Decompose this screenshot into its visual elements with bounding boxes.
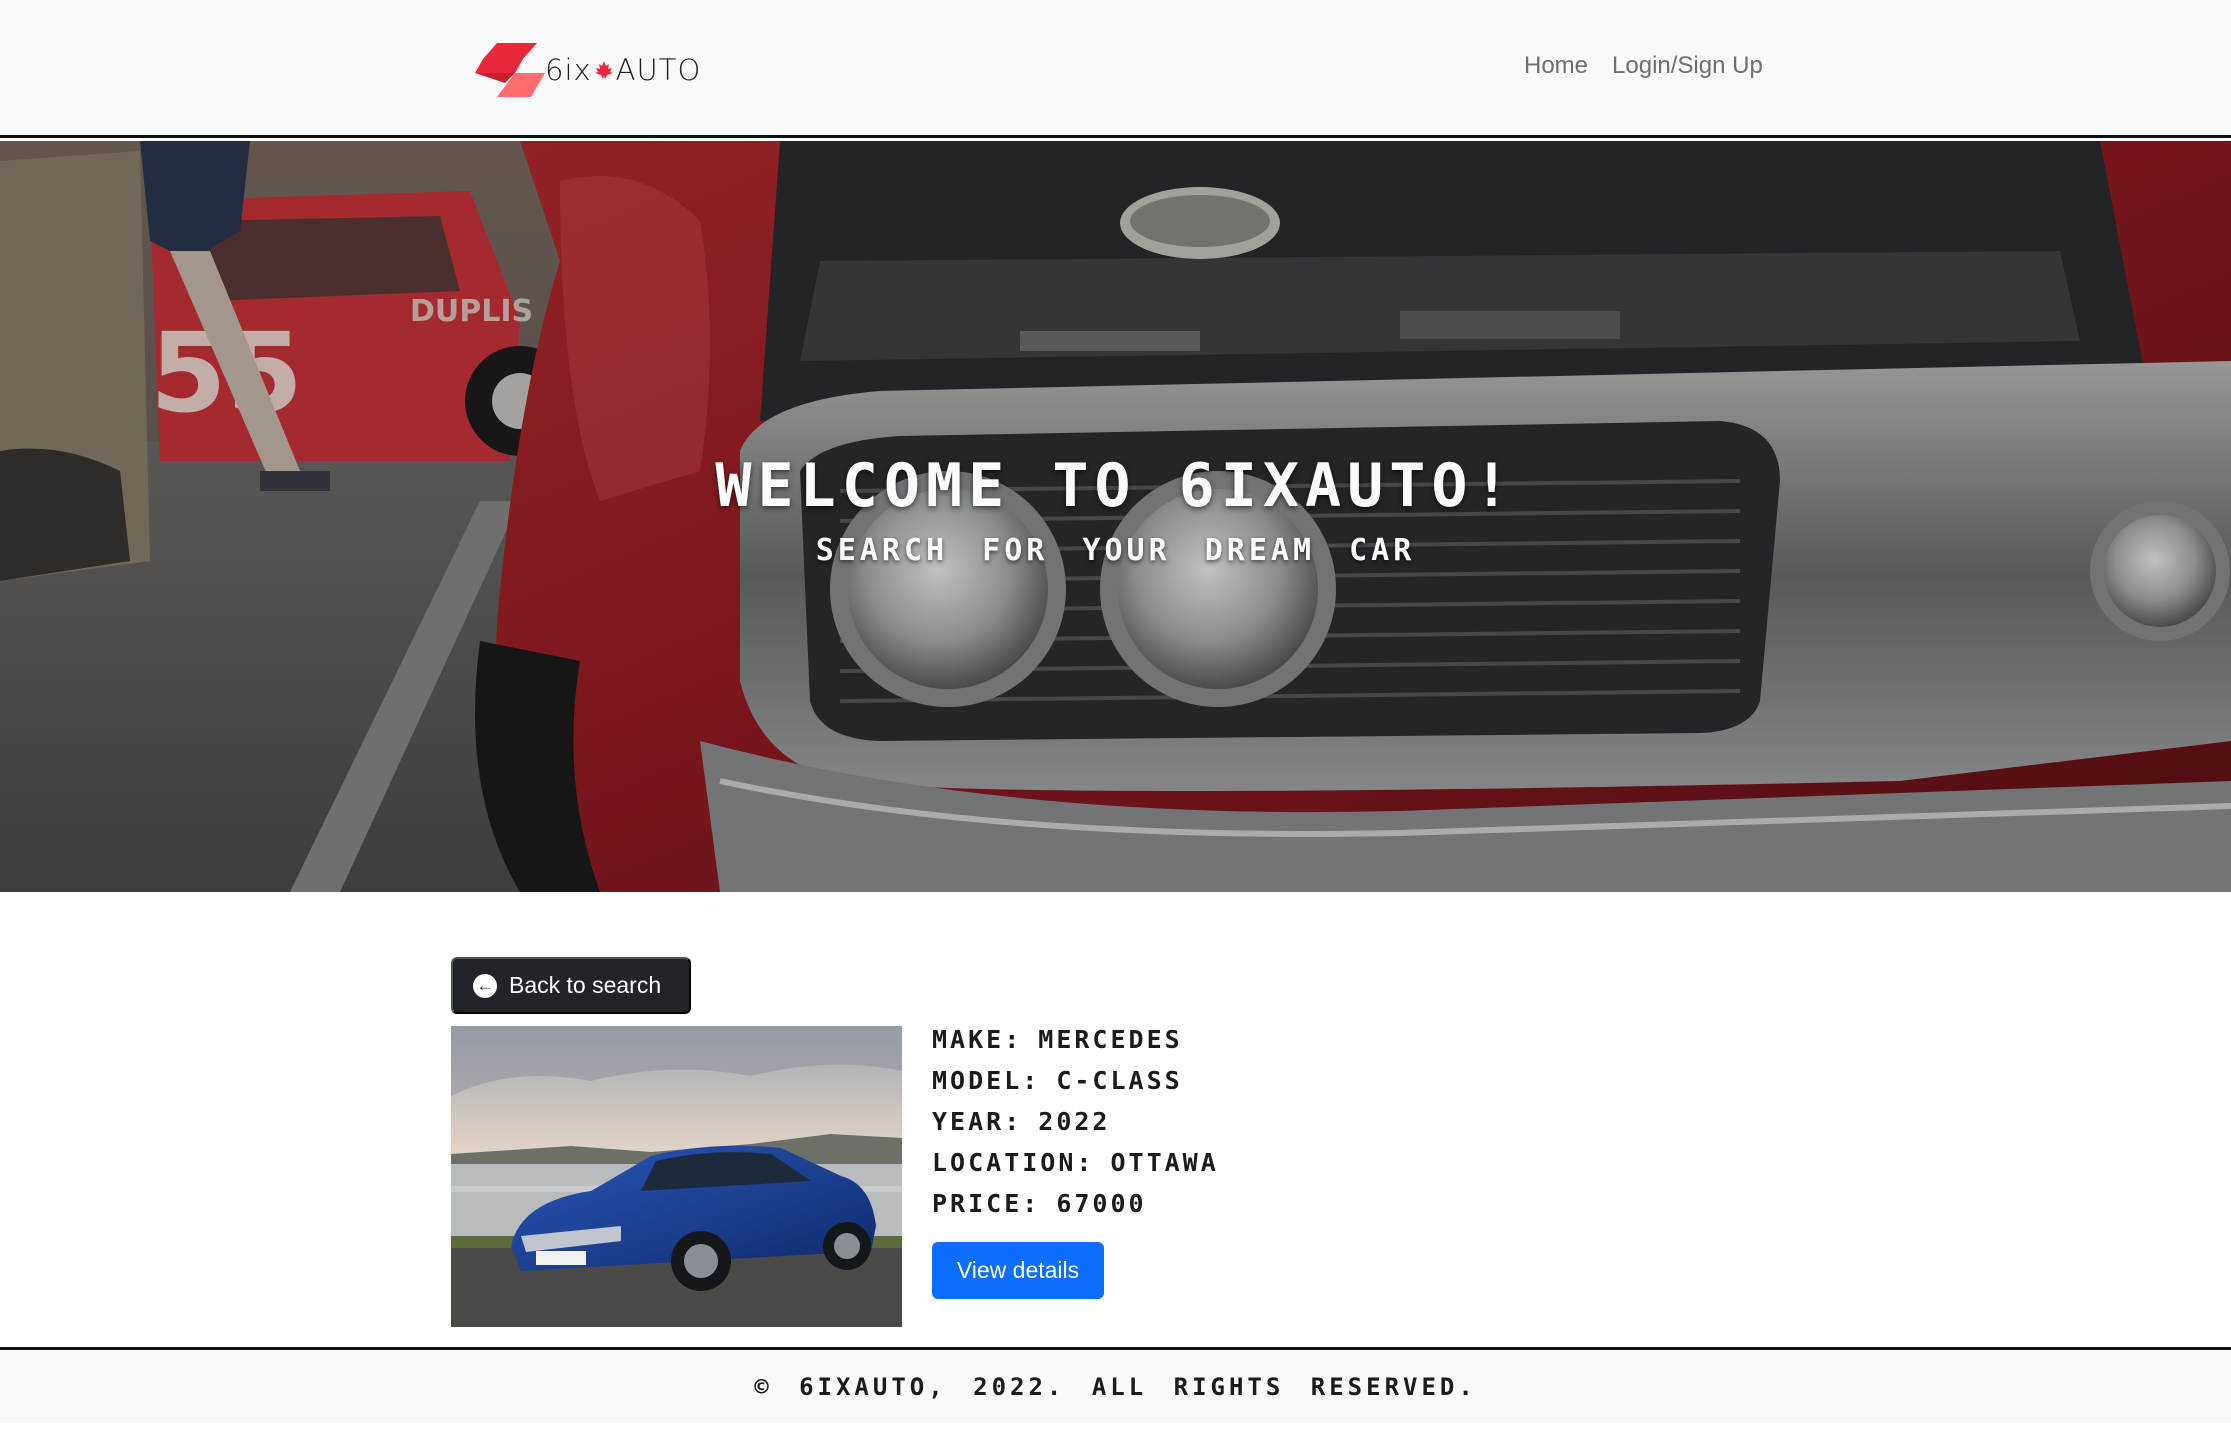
car-photo — [451, 1026, 902, 1327]
brand-name-right: AUTO — [615, 53, 702, 87]
view-details-button[interactable]: View details — [932, 1242, 1104, 1299]
back-to-search-label: Back to search — [509, 972, 662, 998]
hero-banner: 55 DUPLIS — [0, 141, 2231, 892]
spec-year: YEAR: 2022 — [932, 1104, 1219, 1145]
spec-price-value: 67000 — [1056, 1189, 1147, 1218]
navbar: 6ix AUTO Home Login/Sign Up — [0, 0, 2231, 138]
hero-subtitle: SEARCH FOR YOUR DREAM CAR — [815, 533, 1416, 568]
brand-logo-icon — [475, 43, 545, 97]
nav-home-link[interactable]: Home — [1524, 52, 1588, 80]
back-to-search-button[interactable]: ← Back to search — [451, 957, 691, 1014]
brand-logo-link[interactable]: 6ix AUTO — [475, 40, 701, 100]
spec-location-value: OTTAWA — [1110, 1148, 1219, 1177]
nav-login-signup-link[interactable]: Login/Sign Up — [1612, 52, 1763, 80]
spec-year-value: 2022 — [1038, 1107, 1111, 1136]
spec-make-value: MERCEDES — [1038, 1025, 1183, 1054]
spec-model-label: MODEL: — [932, 1066, 1041, 1095]
footer-copyright: © 6IXAUTO, 2022. ALL RIGHTS RESERVED. — [754, 1372, 1477, 1401]
spec-location: LOCATION: OTTAWA — [932, 1145, 1219, 1186]
nav-links: Home Login/Sign Up — [1524, 52, 1763, 80]
hero-title: WELCOME TO 6IXAUTO! — [715, 451, 1516, 521]
spec-make: MAKE: MERCEDES — [932, 1022, 1219, 1063]
brand-name-left: 6ix — [545, 53, 592, 87]
maple-leaf-icon — [594, 61, 613, 79]
spec-location-label: LOCATION: — [932, 1148, 1095, 1177]
spec-model: MODEL: C-CLASS — [932, 1063, 1219, 1104]
spec-price-label: PRICE: — [932, 1189, 1041, 1218]
spec-model-value: C-CLASS — [1056, 1066, 1183, 1095]
spec-year-label: YEAR: — [932, 1107, 1023, 1136]
spec-price: PRICE: 67000 — [932, 1186, 1219, 1227]
brand-name: 6ix AUTO — [545, 53, 701, 87]
spec-make-label: MAKE: — [932, 1025, 1023, 1054]
car-photo-image — [451, 1026, 902, 1327]
arrow-left-circle-icon: ← — [473, 973, 497, 998]
footer: © 6IXAUTO, 2022. ALL RIGHTS RESERVED. — [0, 1347, 2231, 1423]
car-specs: MAKE: MERCEDES MODEL: C-CLASS YEAR: 2022 LO… — [932, 1022, 1219, 1227]
